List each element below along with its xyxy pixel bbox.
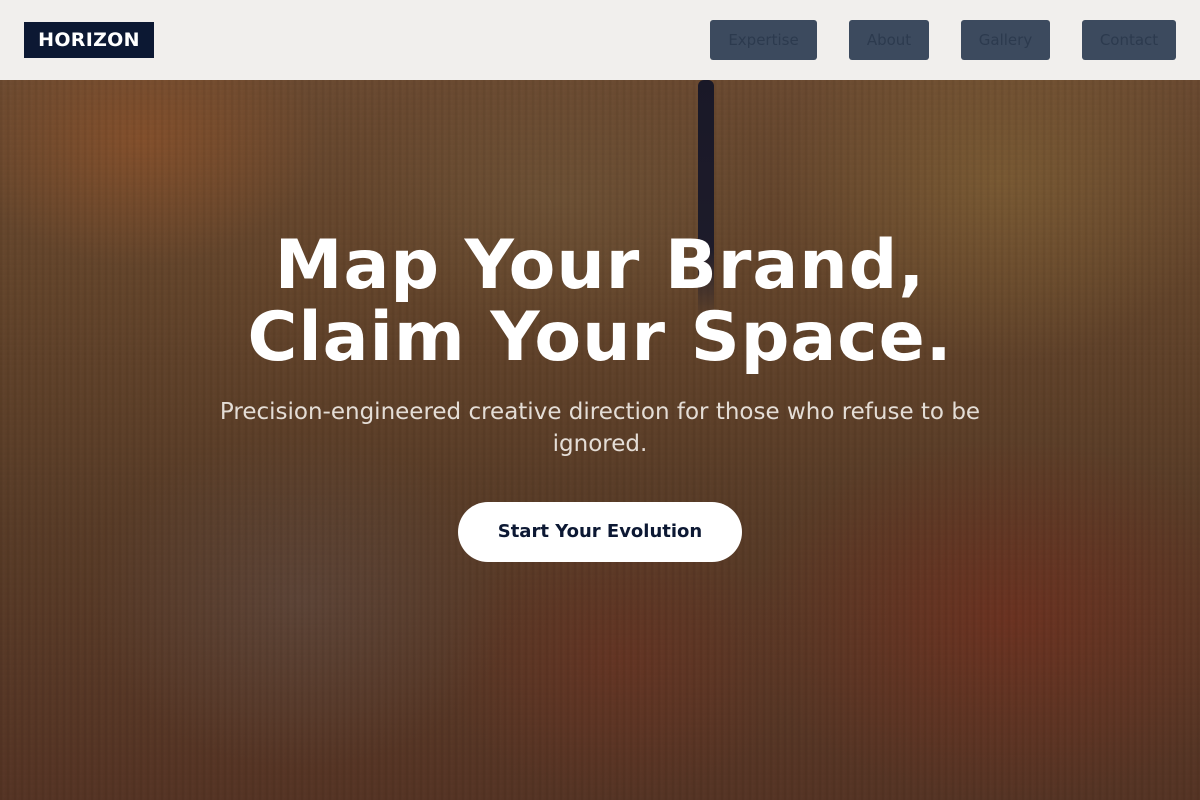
logo[interactable]: HORIZON — [24, 22, 154, 58]
nav-gallery-button[interactable]: Gallery — [961, 20, 1050, 60]
nav-expertise-button[interactable]: Expertise — [710, 20, 817, 60]
start-your-evolution-button[interactable]: Start Your Evolution — [458, 502, 742, 562]
nav-contact-button[interactable]: Contact — [1082, 20, 1176, 60]
site-header: HORIZON Expertise About Gallery Contact — [0, 0, 1200, 80]
hero-headline-line-1: Map Your Brand, — [274, 226, 926, 305]
hero-headline: Map Your Brand, Claim Your Space. — [0, 230, 1200, 374]
hero-headline-line-2: Claim Your Space. — [247, 298, 953, 377]
hero-section: Map Your Brand, Claim Your Space. Precis… — [0, 230, 1200, 562]
nav-about-button[interactable]: About — [849, 20, 929, 60]
page: HORIZON Expertise About Gallery Contact … — [0, 0, 1200, 800]
hero-subheadline: Precision-engineered creative direction … — [219, 399, 981, 457]
